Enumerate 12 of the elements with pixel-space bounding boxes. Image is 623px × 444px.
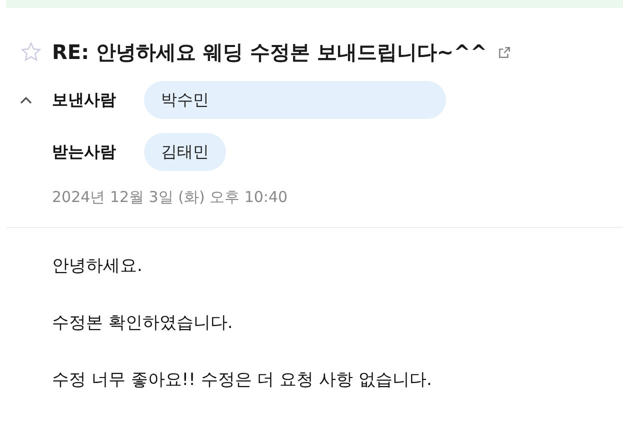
collapse-icon[interactable] [20, 96, 32, 104]
email-subject: RE: 안녕하세요 웨딩 수정본 보내드립니다~^^ [52, 38, 488, 66]
star-icon[interactable] [20, 41, 42, 63]
contact-chip[interactable]: 박수민 [144, 81, 446, 119]
field-label: 보낸사람 [52, 90, 117, 110]
external-link-icon[interactable] [498, 46, 512, 58]
field-label: 받는사람 [52, 142, 117, 162]
body-text: 수정본 확인하였습니다. [52, 313, 234, 333]
contact-chip[interactable]: 김태민 [144, 133, 226, 171]
body-text: 수정 너무 좋아요!! 수정은 더 요청 사항 없습니다. [52, 370, 433, 390]
body-text: 안녕하세요. [52, 256, 144, 276]
email-date: 2024년 12월 3일 (화) 오후 10:40 [52, 188, 289, 207]
